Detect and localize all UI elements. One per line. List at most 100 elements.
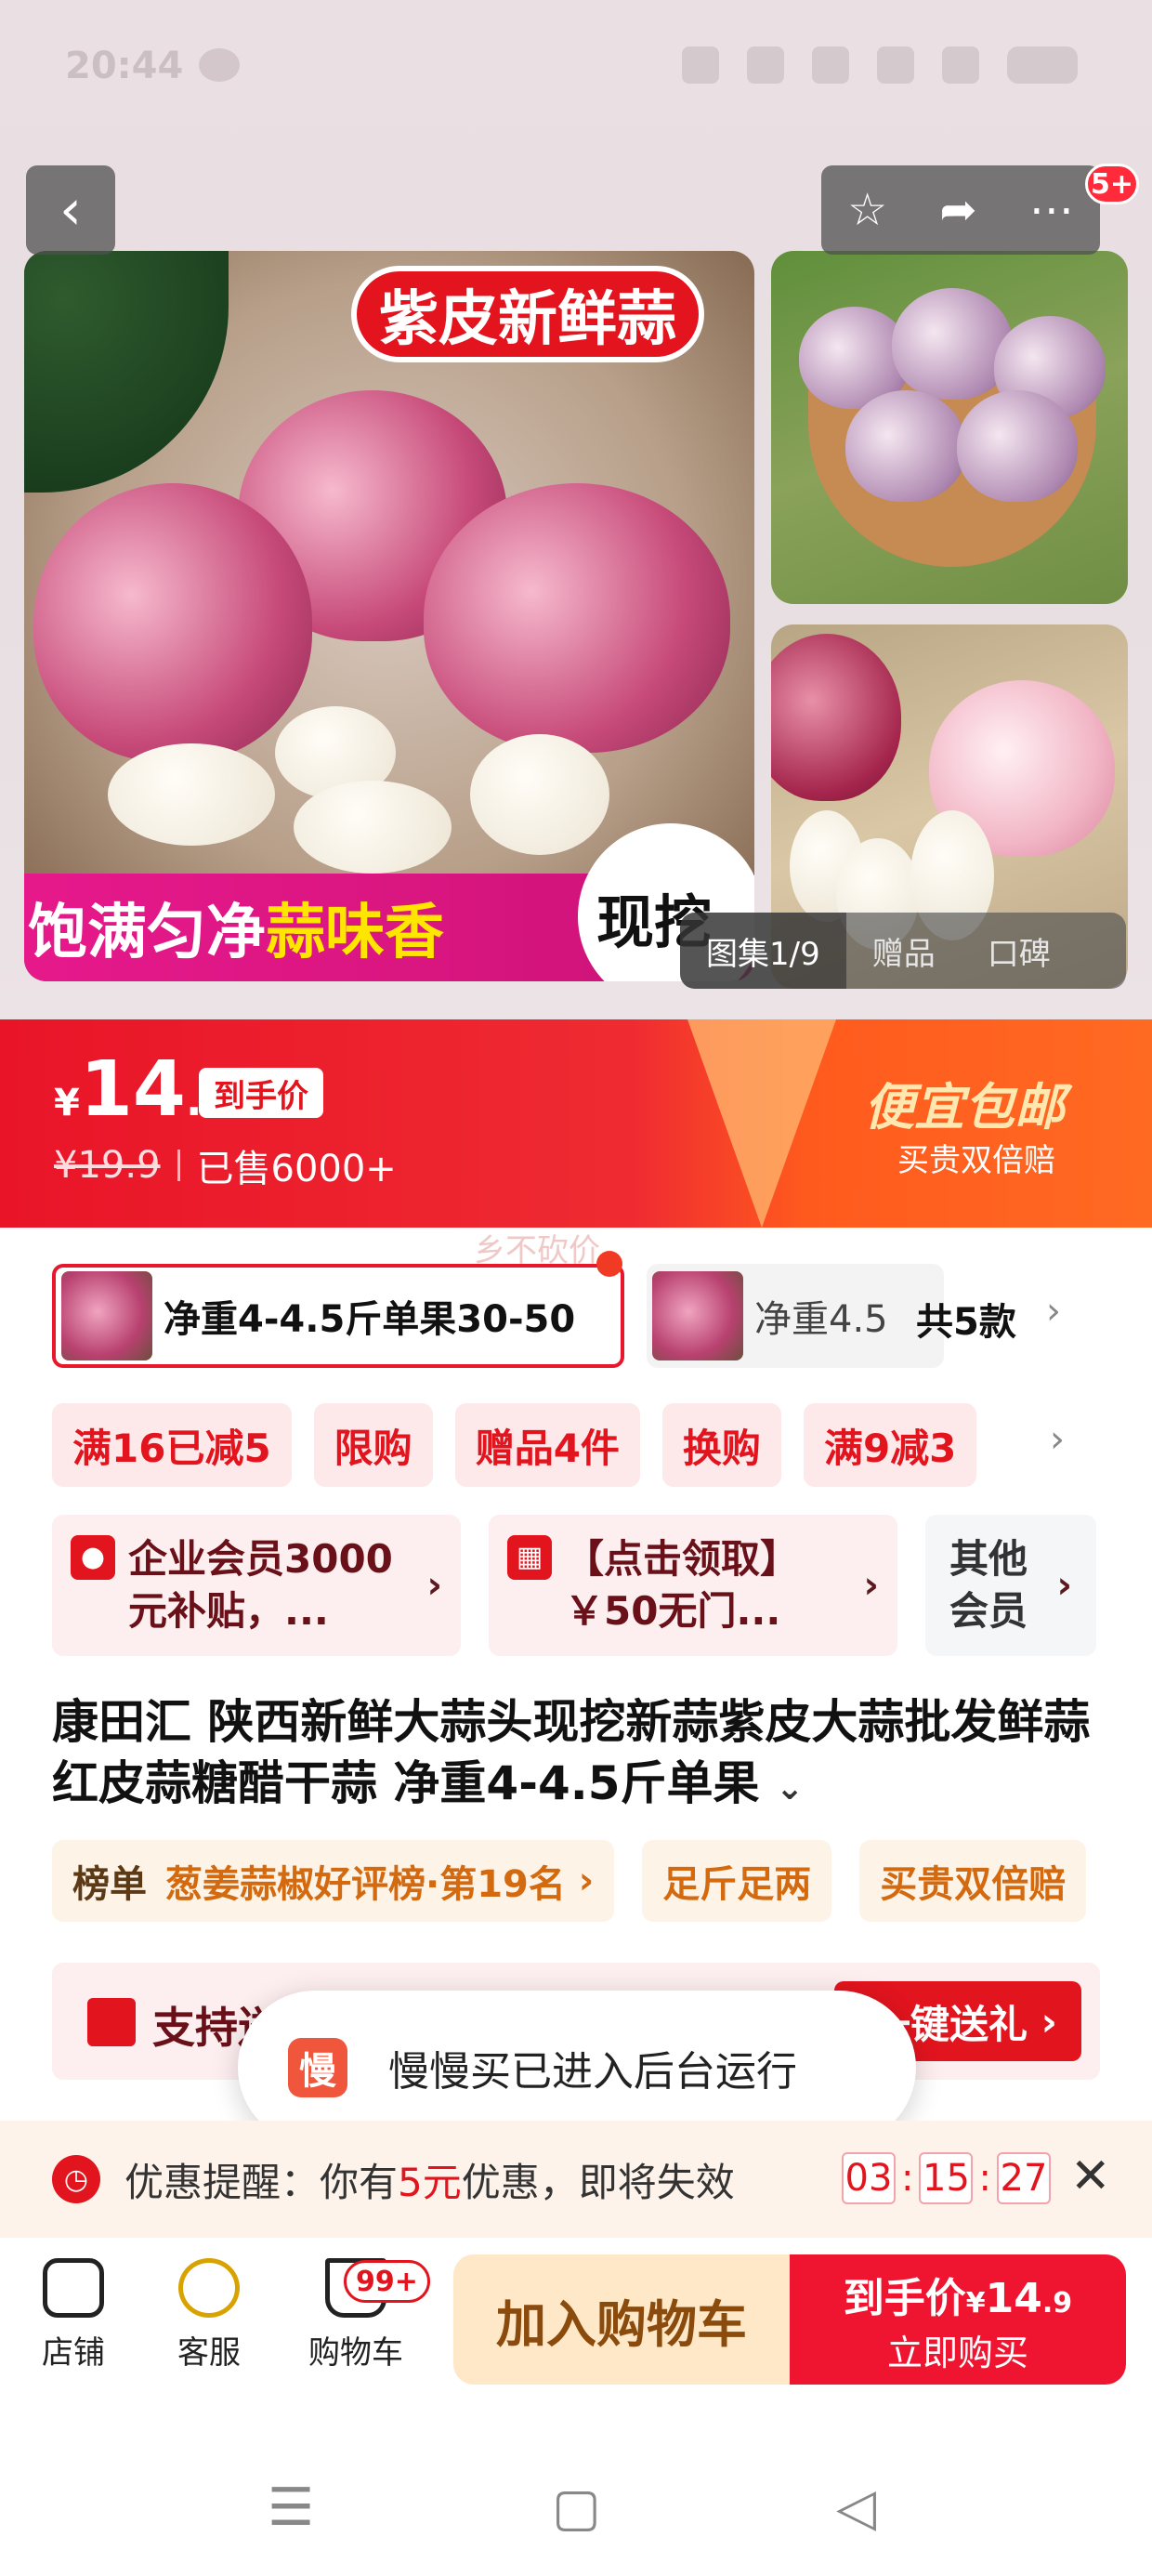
close-icon[interactable]: ✕ bbox=[1070, 2149, 1111, 2204]
coupon-tag[interactable]: 换购 bbox=[661, 1403, 781, 1487]
garlic-bulb bbox=[33, 483, 312, 762]
rank-text: 葱姜蒜椒好评榜·第19名 bbox=[165, 1863, 566, 1906]
add-to-cart-button[interactable]: 加入购物车 bbox=[453, 2254, 790, 2385]
product-gallery: 20:44 紫皮新鲜蒜 饱满匀净 蒜味香 现挖 图集1/9 赠品 口碑 ‹ ☆ … bbox=[0, 0, 1152, 1019]
spec-option[interactable]: 净重4.5 bbox=[647, 1264, 944, 1368]
menu-icon[interactable]: ☰ bbox=[268, 2477, 314, 2538]
chevron-right-icon[interactable]: › bbox=[1046, 1290, 1061, 1333]
main-product-image[interactable]: 紫皮新鲜蒜 饱满匀净 蒜味香 现挖 bbox=[24, 251, 754, 981]
chevron-right-icon: › bbox=[1056, 1564, 1072, 1607]
chevron-right-icon[interactable]: › bbox=[1050, 1418, 1065, 1461]
discount-reminder: ◷ 优惠提醒：你有5元优惠，即将失效 03 : 15 : 27 ✕ bbox=[0, 2121, 1152, 2238]
garlic-bulb bbox=[892, 288, 1013, 400]
garlic-clove bbox=[470, 734, 609, 855]
customer-service-label: 客服 bbox=[177, 2334, 241, 2372]
mute-icon bbox=[682, 46, 719, 84]
rank-row: 榜单 葱姜蒜椒好评榜·第19名 › 足斤足两 买贵双倍赔 bbox=[52, 1840, 1087, 1922]
coupon-tag[interactable]: 满16已减5 bbox=[52, 1403, 292, 1487]
spec-thumbnail bbox=[61, 1271, 152, 1360]
coupon-tag[interactable]: 满9减3 bbox=[803, 1403, 977, 1487]
chevron-right-icon: › bbox=[565, 1860, 595, 1902]
shop-button[interactable]: 店铺 bbox=[13, 2258, 134, 2372]
reminder-amount: 5元 bbox=[398, 2159, 462, 2205]
chevron-right-icon: › bbox=[426, 1564, 442, 1607]
home-icon[interactable]: ▢ bbox=[552, 2477, 601, 2538]
feature-tag[interactable]: 买贵双倍赔 bbox=[859, 1840, 1087, 1922]
share-icon[interactable]: ➦ bbox=[939, 184, 976, 236]
timer-colon: : bbox=[978, 2157, 991, 2200]
other-member-text: 其他会员 bbox=[949, 1536, 1028, 1634]
timer-hours: 03 bbox=[842, 2152, 896, 2204]
garlic-clove bbox=[294, 781, 452, 874]
tab-gallery[interactable]: 图集1/9 bbox=[680, 913, 846, 989]
calendar-icon: ▦ bbox=[507, 1535, 552, 1580]
clock-icon: ◷ bbox=[52, 2155, 100, 2203]
user-icon: ● bbox=[71, 1535, 115, 1580]
coupon-claim-card[interactable]: ▦ 【点击领取】￥50无门... › bbox=[489, 1515, 897, 1656]
coupon-row: 满16已减5 限购 赠品4件 换购 满9减3 bbox=[52, 1403, 1130, 1487]
countdown-timer: 03 : 15 : 27 bbox=[842, 2152, 1051, 2204]
lightning-decoration bbox=[687, 1019, 836, 1228]
tab-gift[interactable]: 赠品 bbox=[846, 928, 962, 974]
enterprise-member-card[interactable]: ● 企业会员3000元补贴，... › bbox=[52, 1515, 461, 1656]
customer-service-button[interactable]: 客服 bbox=[149, 2258, 269, 2372]
chevron-down-icon[interactable]: ⌄ bbox=[776, 1769, 804, 1807]
favorite-star-icon[interactable]: ☆ bbox=[847, 184, 887, 236]
system-navigation-bar: ☰ ▢ ◁ bbox=[0, 2411, 1152, 2576]
promo-badge: 紫皮新鲜蒜 bbox=[351, 266, 704, 362]
signal-icon bbox=[877, 46, 914, 84]
app-icon: 慢 bbox=[288, 2038, 347, 2097]
leaf-decoration bbox=[24, 251, 229, 493]
timer-colon: : bbox=[901, 2157, 914, 2200]
rank-label: 榜单 bbox=[72, 1863, 147, 1906]
more-icon[interactable]: ⋯ bbox=[1029, 184, 1074, 236]
signal-icon bbox=[942, 46, 979, 84]
toast-text: 慢慢买已进入后台运行 bbox=[388, 2048, 797, 2096]
gift-icon bbox=[87, 1998, 136, 2046]
battery-icon bbox=[1007, 46, 1078, 84]
rank-pill[interactable]: 榜单 葱姜蒜椒好评榜·第19名 › bbox=[52, 1840, 615, 1922]
back-button[interactable]: ‹ bbox=[26, 165, 115, 255]
feature-tag[interactable]: 足斤足两 bbox=[642, 1840, 832, 1922]
status-time: 20:44 bbox=[65, 45, 184, 87]
coupon-tag[interactable]: 赠品4件 bbox=[454, 1403, 640, 1487]
coupon-tag[interactable]: 限购 bbox=[313, 1403, 433, 1487]
status-icons bbox=[682, 46, 1078, 84]
other-member-card[interactable]: 其他会员 › bbox=[925, 1515, 1096, 1656]
spec-thumbnail bbox=[652, 1271, 743, 1360]
gallery-tabs: 图集1/9 赠品 口碑 bbox=[680, 913, 1126, 989]
cart-label: 购物车 bbox=[308, 2334, 403, 2372]
gallery-thumbnail[interactable] bbox=[771, 251, 1128, 604]
garlic-bulb bbox=[771, 634, 901, 801]
status-bar: 20:44 bbox=[0, 0, 1152, 139]
buy-price-label: 到手价 bbox=[843, 2274, 966, 2322]
bluetooth-icon bbox=[747, 46, 784, 84]
message-badge: 5+ bbox=[1085, 164, 1139, 204]
garlic-bulb bbox=[845, 390, 966, 502]
price-currency: ¥ bbox=[54, 1082, 80, 1124]
buy-price-integer: 14 bbox=[985, 2274, 1042, 2322]
spec-count[interactable]: 共5款 bbox=[916, 1292, 1016, 1346]
top-actions: ☆ ➦ ⋯ bbox=[821, 165, 1100, 255]
product-title-text: 康田汇 陕西新鲜大蒜头现挖新蒜紫皮大蒜批发鲜蒜红皮蒜糖醋干蒜 净重4-4.5斤单… bbox=[52, 1695, 1091, 1810]
spec-label: 净重4-4.5斤单果30-50 bbox=[164, 1298, 576, 1341]
timer-seconds: 27 bbox=[996, 2152, 1051, 2204]
price-original-row: ¥19.9 已售6000+ bbox=[54, 1138, 397, 1192]
product-title[interactable]: 康田汇 陕西新鲜大蒜头现挖新蒜紫皮大蒜批发鲜蒜红皮蒜糖醋干蒜 净重4-4.5斤单… bbox=[52, 1691, 1102, 1820]
moon-icon bbox=[812, 46, 849, 84]
customer-service-icon bbox=[178, 2258, 240, 2318]
sold-count: 已售6000+ bbox=[196, 1148, 397, 1190]
back-triangle-icon[interactable]: ◁ bbox=[836, 2477, 876, 2538]
spec-selector: 净重4-4.5斤单果30-50 净重4.5 共5款 › bbox=[52, 1251, 1130, 1368]
chevron-right-icon: › bbox=[1028, 1998, 1057, 2044]
tab-reviews[interactable]: 口碑 bbox=[962, 928, 1077, 974]
coupon-claim-text: 【点击领取】￥50无门... bbox=[565, 1536, 800, 1634]
reminder-text: 优惠提醒：你有5元优惠，即将失效 bbox=[124, 2151, 735, 2208]
buy-price-decimal: .9 bbox=[1041, 2286, 1073, 2320]
garlic-clove bbox=[108, 743, 275, 846]
spec-option-selected[interactable]: 净重4-4.5斤单果30-50 bbox=[52, 1264, 624, 1368]
buy-now-button[interactable]: 到手价¥14.9 立即购买 bbox=[790, 2254, 1126, 2385]
price-banner: ¥ 14 .9 到手价 ¥19.9 已售6000+ 便宜包邮 买贵双倍赔 bbox=[0, 1019, 1152, 1228]
promo-strip-text: 饱满匀净 bbox=[28, 899, 266, 967]
wechat-icon bbox=[199, 48, 240, 82]
